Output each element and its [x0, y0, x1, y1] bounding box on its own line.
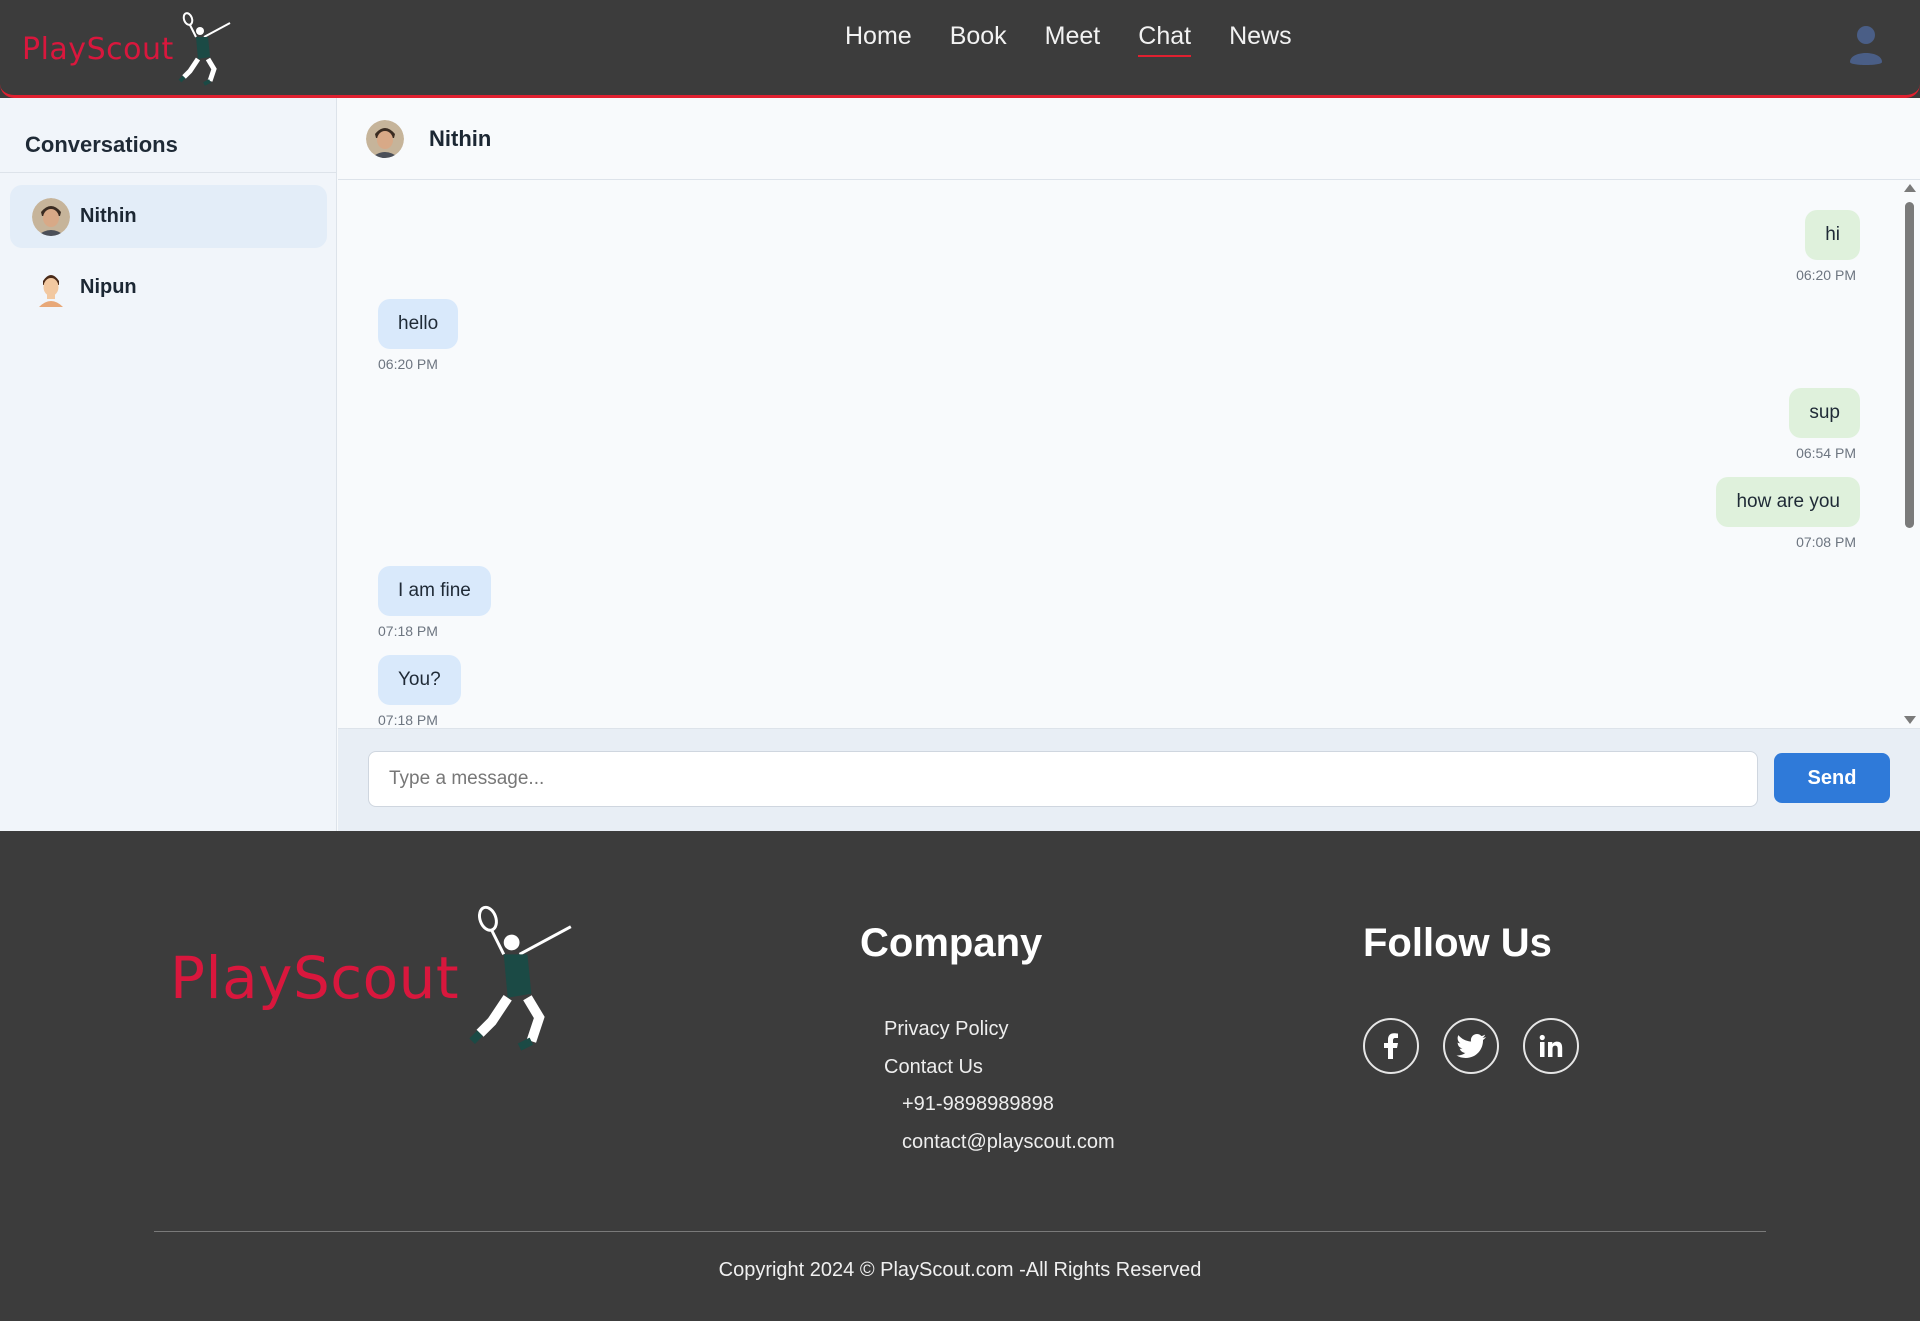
- message-sent: how are you 07:08 PM: [1716, 477, 1860, 550]
- brand-logo[interactable]: PlayScout: [22, 10, 236, 88]
- message-bubble: hello: [378, 299, 459, 349]
- facebook-icon[interactable]: [1363, 1018, 1419, 1074]
- avatar: [32, 269, 70, 307]
- message-received: I am fine 07:18 PM: [378, 566, 491, 639]
- conversation-name: Nithin: [80, 205, 137, 227]
- message-time: 06:20 PM: [1796, 267, 1856, 283]
- linkedin-icon[interactable]: [1523, 1018, 1579, 1074]
- message-time: 07:18 PM: [378, 623, 438, 639]
- nav-meet[interactable]: Meet: [1045, 22, 1101, 57]
- message-composer: Send: [338, 728, 1920, 831]
- nav-book[interactable]: Book: [950, 22, 1007, 57]
- message-received: hello 06:20 PM: [378, 299, 459, 372]
- message-time: 06:54 PM: [1796, 445, 1856, 461]
- message-sent: sup 06:54 PM: [1789, 388, 1860, 461]
- scroll-down-arrow[interactable]: [1904, 716, 1916, 724]
- message-time: 07:08 PM: [1796, 534, 1856, 550]
- contact-email[interactable]: contact@playscout.com: [902, 1131, 1115, 1154]
- person-avatar-icon: [39, 274, 63, 307]
- main-nav: Home Book Meet Chat News: [845, 22, 1292, 57]
- avatar: [32, 197, 70, 236]
- contact-phone[interactable]: +91-9898989898: [902, 1093, 1054, 1116]
- follow-us-heading: Follow Us: [1363, 921, 1552, 965]
- chat-contact-name: Nithin: [429, 125, 492, 151]
- nav-home[interactable]: Home: [845, 22, 912, 57]
- conversation-name: Nipun: [80, 276, 137, 298]
- twitter-icon[interactable]: [1443, 1018, 1499, 1074]
- conversation-item-nipun[interactable]: Nipun: [10, 256, 327, 319]
- site-footer: PlayScout Company Privacy Policy Contact…: [0, 831, 1920, 1321]
- message-list[interactable]: hi 06:20 PM hello 06:20 PM sup 06:54 PM …: [338, 180, 1920, 728]
- chat-header: Nithin: [338, 98, 1920, 180]
- person-avatar-icon: [32, 197, 70, 236]
- user-icon[interactable]: [1848, 24, 1884, 66]
- message-bubble: hi: [1805, 210, 1860, 260]
- message-bubble: You?: [378, 655, 461, 705]
- message-time: 06:20 PM: [378, 356, 438, 372]
- message-time: 07:18 PM: [378, 712, 438, 728]
- privacy-policy-link[interactable]: Privacy Policy: [884, 1018, 1008, 1041]
- scroll-thumb[interactable]: [1905, 202, 1914, 528]
- message-sent: hi 06:20 PM: [1796, 210, 1860, 283]
- chat-panel: Nithin hi 06:20 PM hello 06:20 PM sup 06…: [338, 98, 1920, 831]
- conversation-item-nithin[interactable]: Nithin: [10, 185, 327, 248]
- footer-logo[interactable]: PlayScout: [170, 903, 584, 1053]
- brand-name: PlayScout: [22, 31, 174, 67]
- badminton-player-icon: [469, 905, 572, 1051]
- contact-us-link[interactable]: Contact Us: [884, 1056, 983, 1079]
- footer-divider: [154, 1231, 1766, 1232]
- company-heading: Company: [860, 921, 1043, 965]
- nav-chat[interactable]: Chat: [1138, 22, 1192, 57]
- message-bubble: how are you: [1716, 477, 1860, 527]
- avatar: [366, 119, 404, 158]
- chat-page: Conversations Nithin Nipun Nithin hi 06:…: [0, 98, 1920, 831]
- message-received: You? 07:18 PM: [378, 655, 461, 728]
- top-navbar: PlayScout Home Book Meet Chat News: [0, 0, 1920, 98]
- copyright-text: Copyright 2024 © PlayScout.com -All Righ…: [718, 1259, 1202, 1281]
- footer-brand-name: PlayScout: [170, 944, 460, 1012]
- nav-news[interactable]: News: [1229, 22, 1292, 57]
- message-scrollbar[interactable]: [1900, 180, 1920, 728]
- send-button[interactable]: Send: [1774, 753, 1890, 803]
- person-avatar-icon: [366, 119, 404, 158]
- conversations-sidebar: Conversations Nithin Nipun: [0, 98, 337, 831]
- message-bubble: I am fine: [378, 566, 491, 616]
- sidebar-title: Conversations: [0, 98, 336, 173]
- scroll-up-arrow[interactable]: [1904, 184, 1916, 192]
- message-bubble: sup: [1789, 388, 1860, 438]
- message-input[interactable]: [368, 751, 1758, 807]
- badminton-player-icon: [178, 12, 231, 86]
